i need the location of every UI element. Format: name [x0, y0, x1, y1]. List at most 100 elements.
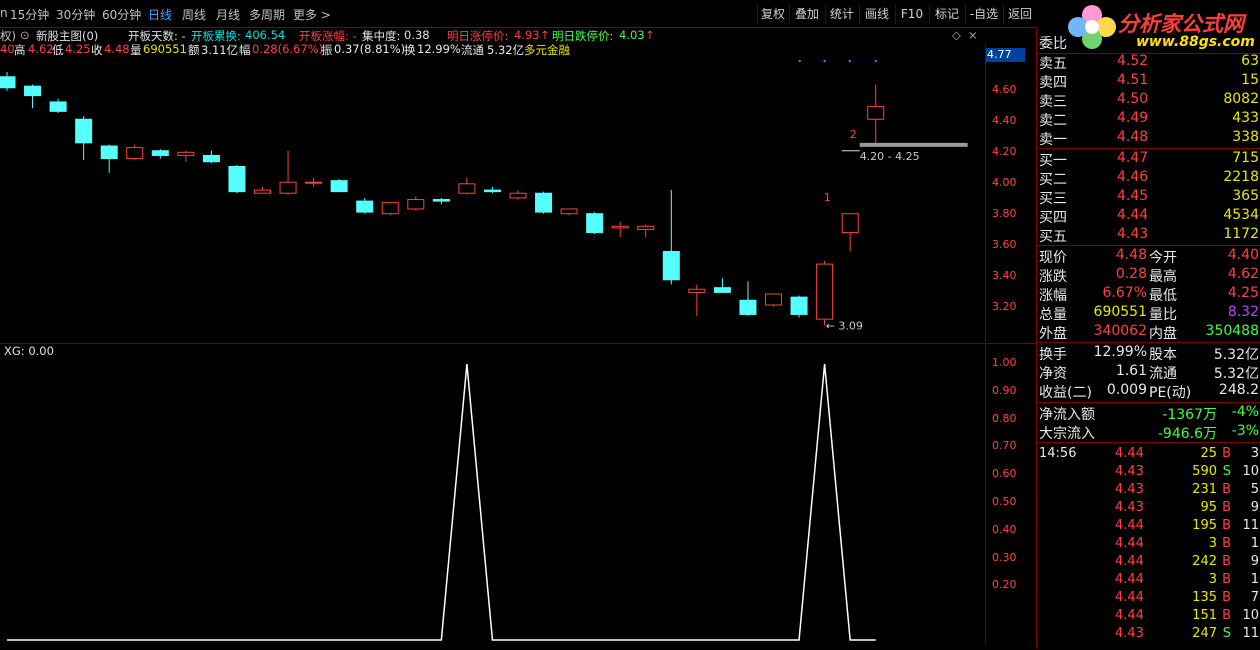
candle[interactable]: [305, 177, 323, 187]
candle[interactable]: [586, 212, 604, 235]
statistics-button[interactable]: 统计: [825, 4, 858, 24]
candle[interactable]: [407, 196, 425, 211]
candle[interactable]: [611, 221, 629, 238]
candle[interactable]: [637, 224, 655, 238]
stat-label: 外盘: [1039, 326, 1067, 342]
candle[interactable]: [662, 190, 680, 285]
draw-line-button[interactable]: 画线: [859, 4, 894, 24]
candle[interactable]: [509, 190, 527, 200]
period-tab-30min[interactable]: 30分钟: [56, 6, 95, 23]
close-icon[interactable]: ×: [968, 28, 978, 42]
candle[interactable]: [483, 186, 501, 194]
tick-side: S: [1222, 464, 1231, 479]
fund-row: 收益(二) 0.009 PE(动) 248.2: [1037, 382, 1260, 401]
dropdown-icon[interactable]: ⊙: [20, 28, 30, 42]
period-tab-daily[interactable]: 日线: [148, 6, 172, 23]
period-tab-monthly[interactable]: 月线: [216, 6, 240, 23]
period-tab-weekly[interactable]: 周线: [182, 6, 206, 23]
back-button[interactable]: 返回: [1003, 4, 1036, 24]
candle[interactable]: [816, 260, 834, 326]
candle[interactable]: [177, 150, 195, 162]
bid-row[interactable]: 买三 4.45 365: [1037, 188, 1260, 207]
tick-side: B: [1222, 446, 1231, 461]
bid-row[interactable]: 买四 4.44 4534: [1037, 207, 1260, 226]
f10-button[interactable]: F10: [895, 4, 928, 24]
signal-dot: [874, 59, 877, 63]
xg-indicator-chart[interactable]: [0, 343, 985, 650]
candle[interactable]: [432, 197, 450, 205]
tick-volume: 25: [1200, 446, 1217, 461]
candle[interactable]: [228, 164, 246, 194]
mark-button[interactable]: 标记: [929, 4, 964, 24]
stat-row: 涨跌 0.28 最高 4.62: [1037, 266, 1260, 285]
tick-side: B: [1222, 536, 1231, 551]
bid-row[interactable]: 买一 4.47 715: [1037, 150, 1260, 169]
candle[interactable]: [279, 150, 297, 195]
candle[interactable]: [126, 144, 144, 161]
candle[interactable]: [202, 150, 220, 164]
tick-count: 11: [1242, 518, 1259, 533]
period-tab-15min[interactable]: 15分钟: [10, 6, 49, 23]
candle[interactable]: [24, 84, 42, 109]
candle[interactable]: [790, 295, 808, 318]
tick-volume: 590: [1192, 464, 1217, 479]
ask-label: 卖二: [1039, 113, 1067, 129]
candle[interactable]: [458, 177, 476, 195]
period-tab-60min[interactable]: 60分钟: [102, 6, 141, 23]
watchlist-button[interactable]: -自选: [965, 4, 1002, 24]
candle[interactable]: [560, 208, 578, 216]
candle[interactable]: [381, 202, 399, 216]
bid-row[interactable]: 买二 4.46 2218: [1037, 169, 1260, 188]
candle[interactable]: [100, 144, 118, 173]
fund-label: PE(动): [1149, 385, 1192, 401]
ask-row[interactable]: 卖四 4.51 15: [1037, 72, 1260, 91]
fund-row: 换手 12.99% 股本 5.32亿: [1037, 344, 1260, 363]
ask-price: 4.49: [1117, 110, 1149, 126]
candle-body: [356, 200, 374, 213]
candle[interactable]: [75, 116, 93, 161]
overlay-button[interactable]: 叠加: [789, 4, 824, 24]
flow-value: -1367万: [1162, 407, 1217, 423]
bid-price: 4.45: [1117, 188, 1149, 204]
period-tab-more[interactable]: 更多 >: [293, 6, 331, 23]
bid-label: 买五: [1039, 229, 1067, 245]
ask-row[interactable]: 卖三 4.50 8082: [1037, 91, 1260, 110]
candle-body: [841, 213, 859, 234]
ask-row[interactable]: 卖一 4.48 338: [1037, 129, 1260, 148]
volume-label: 量: [130, 43, 142, 57]
ask-row[interactable]: 卖二 4.49 433: [1037, 110, 1260, 129]
sector-label[interactable]: 多元金融: [524, 42, 570, 58]
candle[interactable]: [49, 98, 67, 113]
restore-rights-button[interactable]: 复权: [757, 4, 788, 24]
candle[interactable]: [330, 179, 348, 193]
ask-row[interactable]: 卖五 4.52 63: [1037, 53, 1260, 72]
weibi-label: 委比: [1039, 36, 1067, 52]
candle[interactable]: [254, 186, 271, 194]
stat-row: 总量 690551 量比 8.32: [1037, 304, 1260, 323]
diamond-icon[interactable]: ◇: [952, 28, 961, 42]
period-tab-multi[interactable]: 多周期: [249, 6, 285, 23]
bid-row[interactable]: 买五 4.43 1172: [1037, 226, 1260, 245]
candlestick-chart[interactable]: ← 3.09 1 24.20 - 4.25: [0, 57, 985, 342]
price-tick: 3.20: [992, 300, 1017, 313]
tick-price: 4.44: [1115, 608, 1144, 623]
candle[interactable]: [739, 281, 757, 317]
tick-side: B: [1222, 500, 1231, 515]
ask-volume: 433: [1232, 110, 1259, 126]
candle-body: [586, 213, 604, 234]
candle[interactable]: [867, 84, 885, 143]
candle[interactable]: [713, 278, 731, 293]
period-tab-n[interactable]: n: [0, 6, 8, 20]
low-label: 低: [52, 43, 64, 57]
candle[interactable]: [841, 213, 859, 252]
flow-row: 净流入额 -1367万 -4%: [1037, 404, 1260, 423]
candle[interactable]: [356, 197, 374, 214]
candle[interactable]: [688, 284, 706, 317]
candle[interactable]: [0, 72, 16, 91]
tick-price: 4.43: [1115, 626, 1144, 641]
tick-row: 4.44 3 B 1: [1037, 536, 1260, 555]
candle[interactable]: [765, 293, 782, 307]
quote-panel: 委比 卖五 4.52 63 卖四 4.51 15 卖三 4.50 8082 卖二 4.49 433 卖一…: [1036, 27, 1260, 649]
candle[interactable]: [151, 149, 169, 159]
candle[interactable]: [535, 191, 553, 214]
